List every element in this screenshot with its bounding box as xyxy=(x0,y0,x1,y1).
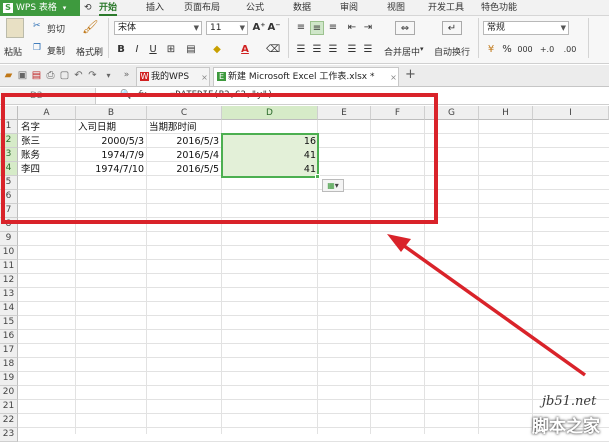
watermark-brand: 脚本之家 xyxy=(532,417,600,437)
highlight-box xyxy=(1,93,438,224)
watermark: jb51.net 脚本之家 xyxy=(530,394,609,437)
annotation-overlay xyxy=(1,93,587,377)
arrow-shaft xyxy=(398,241,587,377)
watermark-site: jb51.net xyxy=(542,394,597,409)
